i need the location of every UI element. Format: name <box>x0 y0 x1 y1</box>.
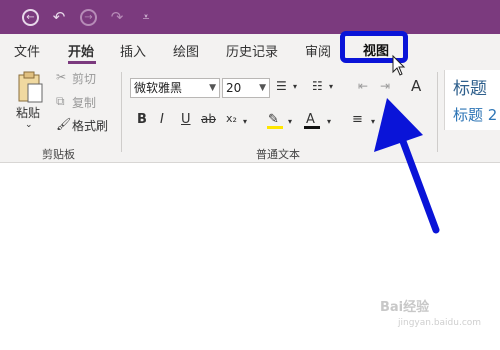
watermark-logo: Bai经验 <box>380 300 430 315</box>
arrow-head <box>374 98 423 152</box>
arrow-shaft <box>394 124 440 234</box>
mouse-cursor-icon <box>392 54 406 76</box>
watermark-url: jingyan.baidu.com <box>398 318 482 328</box>
